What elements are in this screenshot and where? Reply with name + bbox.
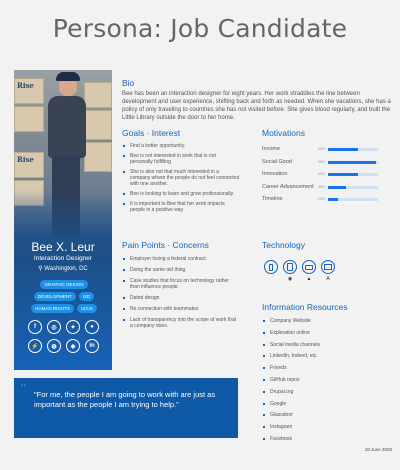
tag-ui-ux[interactable]: UI/UX <box>76 304 97 313</box>
list-item: Instagram <box>262 424 372 430</box>
android-icon: ▲ <box>306 276 312 282</box>
pain-list: Employer losing a federal contract. Doin… <box>122 256 240 329</box>
list-item: Doing the same old thing. <box>122 267 240 273</box>
motivation-label: Career Advancement <box>262 183 314 190</box>
list-item: She is also not that much interested in … <box>122 169 240 187</box>
bio-text: Bee has been an interaction designer for… <box>122 91 391 121</box>
location-pin-icon: ⚲ <box>38 266 43 272</box>
list-item: Bee is looking to learn and grow profess… <box>122 191 240 197</box>
motivation-track <box>328 148 378 151</box>
page-title: Persona: Job Candidate <box>52 14 348 43</box>
chrome-icon: ◉ <box>287 276 293 282</box>
list-item: LinkedIn, Indeed, etc. <box>262 353 372 359</box>
motivation-row: Income 60% <box>262 146 392 156</box>
list-item: Employer losing a federal contract. <box>122 256 240 262</box>
list-item: Bee is not interested in work that is no… <box>122 153 240 165</box>
persona-location: ⚲ Washington, DC <box>14 265 112 272</box>
person-body <box>48 96 86 158</box>
motivation-track <box>328 160 378 164</box>
tag-graphic-design[interactable]: GRAPHIC DESIGN <box>40 280 88 289</box>
person-cap <box>56 72 80 81</box>
motivation-value: 60% <box>318 147 326 151</box>
list-item: Friends <box>262 365 372 371</box>
box-label: Rise <box>17 81 34 90</box>
linkedin-icon[interactable]: in <box>85 339 99 353</box>
motivation-row: Innovation 60% <box>262 171 392 181</box>
twitter-icon[interactable]: ✦ <box>66 320 80 334</box>
location-text: Washington, DC <box>44 266 88 272</box>
instagram-icon[interactable]: ◎ <box>47 320 61 334</box>
motivation-track <box>328 173 378 176</box>
bio-heading: Bio <box>122 78 135 88</box>
desktop-icon <box>321 260 335 274</box>
profile-card: Rise Rise Bee X. Leur Interaction Design… <box>14 70 112 370</box>
list-item: Drupal.org <box>262 389 372 395</box>
motivation-row: Social Good 95% <box>262 159 392 169</box>
a-icon: A <box>326 276 330 282</box>
motivation-value: 35% <box>318 184 326 189</box>
tag-ixd[interactable]: IXD <box>78 292 95 301</box>
motivation-fill <box>328 148 358 151</box>
list-item: Glassdoor <box>262 412 372 418</box>
motivation-row: Career Advancement 35% <box>262 184 392 194</box>
list-item: Company Website <box>262 318 372 324</box>
box-label: Rise <box>17 155 34 164</box>
technology-heading: Technology <box>262 240 306 250</box>
motivation-fill <box>328 198 338 201</box>
list-item: No connection with teammates <box>122 306 240 312</box>
motivation-label: Innovation <box>262 171 288 177</box>
list-item: Find a better opportunity. <box>122 143 240 149</box>
motivation-value: 20% <box>318 197 326 201</box>
motivation-value: 60% <box>318 172 326 176</box>
facebook-icon[interactable]: f <box>28 320 42 334</box>
tag-development[interactable]: DEVELOPMENT <box>33 292 76 301</box>
motivation-row: Timeline 20% <box>262 196 392 206</box>
persona-name: Bee X. Leur <box>31 240 95 254</box>
resources-list: Company Website Exploration online Socia… <box>262 318 372 442</box>
persona-role: Interaction Designer <box>33 255 93 262</box>
goals-heading: Goals · Interest <box>122 128 181 138</box>
smartphone-icon <box>264 260 278 274</box>
laptop-icon <box>302 260 316 274</box>
list-item: Exploration online <box>262 330 372 336</box>
motivation-label: Timeline <box>262 196 283 202</box>
profile-photo: Rise Rise <box>14 70 112 238</box>
motivation-fill <box>328 185 346 189</box>
tag-human-rights[interactable]: HUMAN RIGHTS <box>31 304 74 313</box>
goals-list: Find a better opportunity. Bee is not in… <box>122 143 240 213</box>
motivation-value: 95% <box>318 159 326 164</box>
motivation-track <box>328 198 378 201</box>
tablet-icon <box>283 260 297 274</box>
list-item: Dated design <box>122 295 240 301</box>
date-stamp: 18 June 2020 <box>364 447 392 452</box>
skill-tags: GRAPHIC DESIGN DEVELOPMENT IXD HUMAN RIG… <box>24 280 104 313</box>
motivations-heading: Motivations <box>262 128 305 138</box>
messenger-icon[interactable]: ⚡ <box>28 339 42 353</box>
quote-mark-icon: “ <box>20 382 27 397</box>
motivation-label: Income <box>262 146 281 152</box>
social-icons: f ◎ ✦ ● ⚡ ◍ ◆ in <box>28 320 100 353</box>
list-item: Lack of transparency into the scope of w… <box>122 317 240 329</box>
list-item: It is important to Bee that her work imp… <box>122 201 240 213</box>
motivation-fill <box>328 173 358 176</box>
motivation-label: Social Good <box>262 158 292 165</box>
motivation-track <box>328 185 378 189</box>
technology-icons: ◉ ▲ A <box>262 258 362 282</box>
pain-heading: Pain Points · Concerns <box>122 240 209 250</box>
list-item: Case studies that focus on technology ra… <box>122 278 240 290</box>
list-item: Facebook <box>262 436 372 442</box>
git-icon[interactable]: ◆ <box>66 339 80 353</box>
list-item: GitHub repos <box>262 377 372 383</box>
resources-heading: Information Resources <box>262 302 348 312</box>
quote-text: "For me, the people I am going to work w… <box>34 390 216 409</box>
list-item: Google <box>262 401 372 407</box>
reddit-icon[interactable]: ● <box>85 320 99 334</box>
list-item: Social media channels <box>262 342 372 348</box>
dribbble-icon[interactable]: ◍ <box>47 339 61 353</box>
persona-quote: “ "For me, the people I am going to work… <box>14 378 238 438</box>
motivation-fill <box>328 160 376 164</box>
